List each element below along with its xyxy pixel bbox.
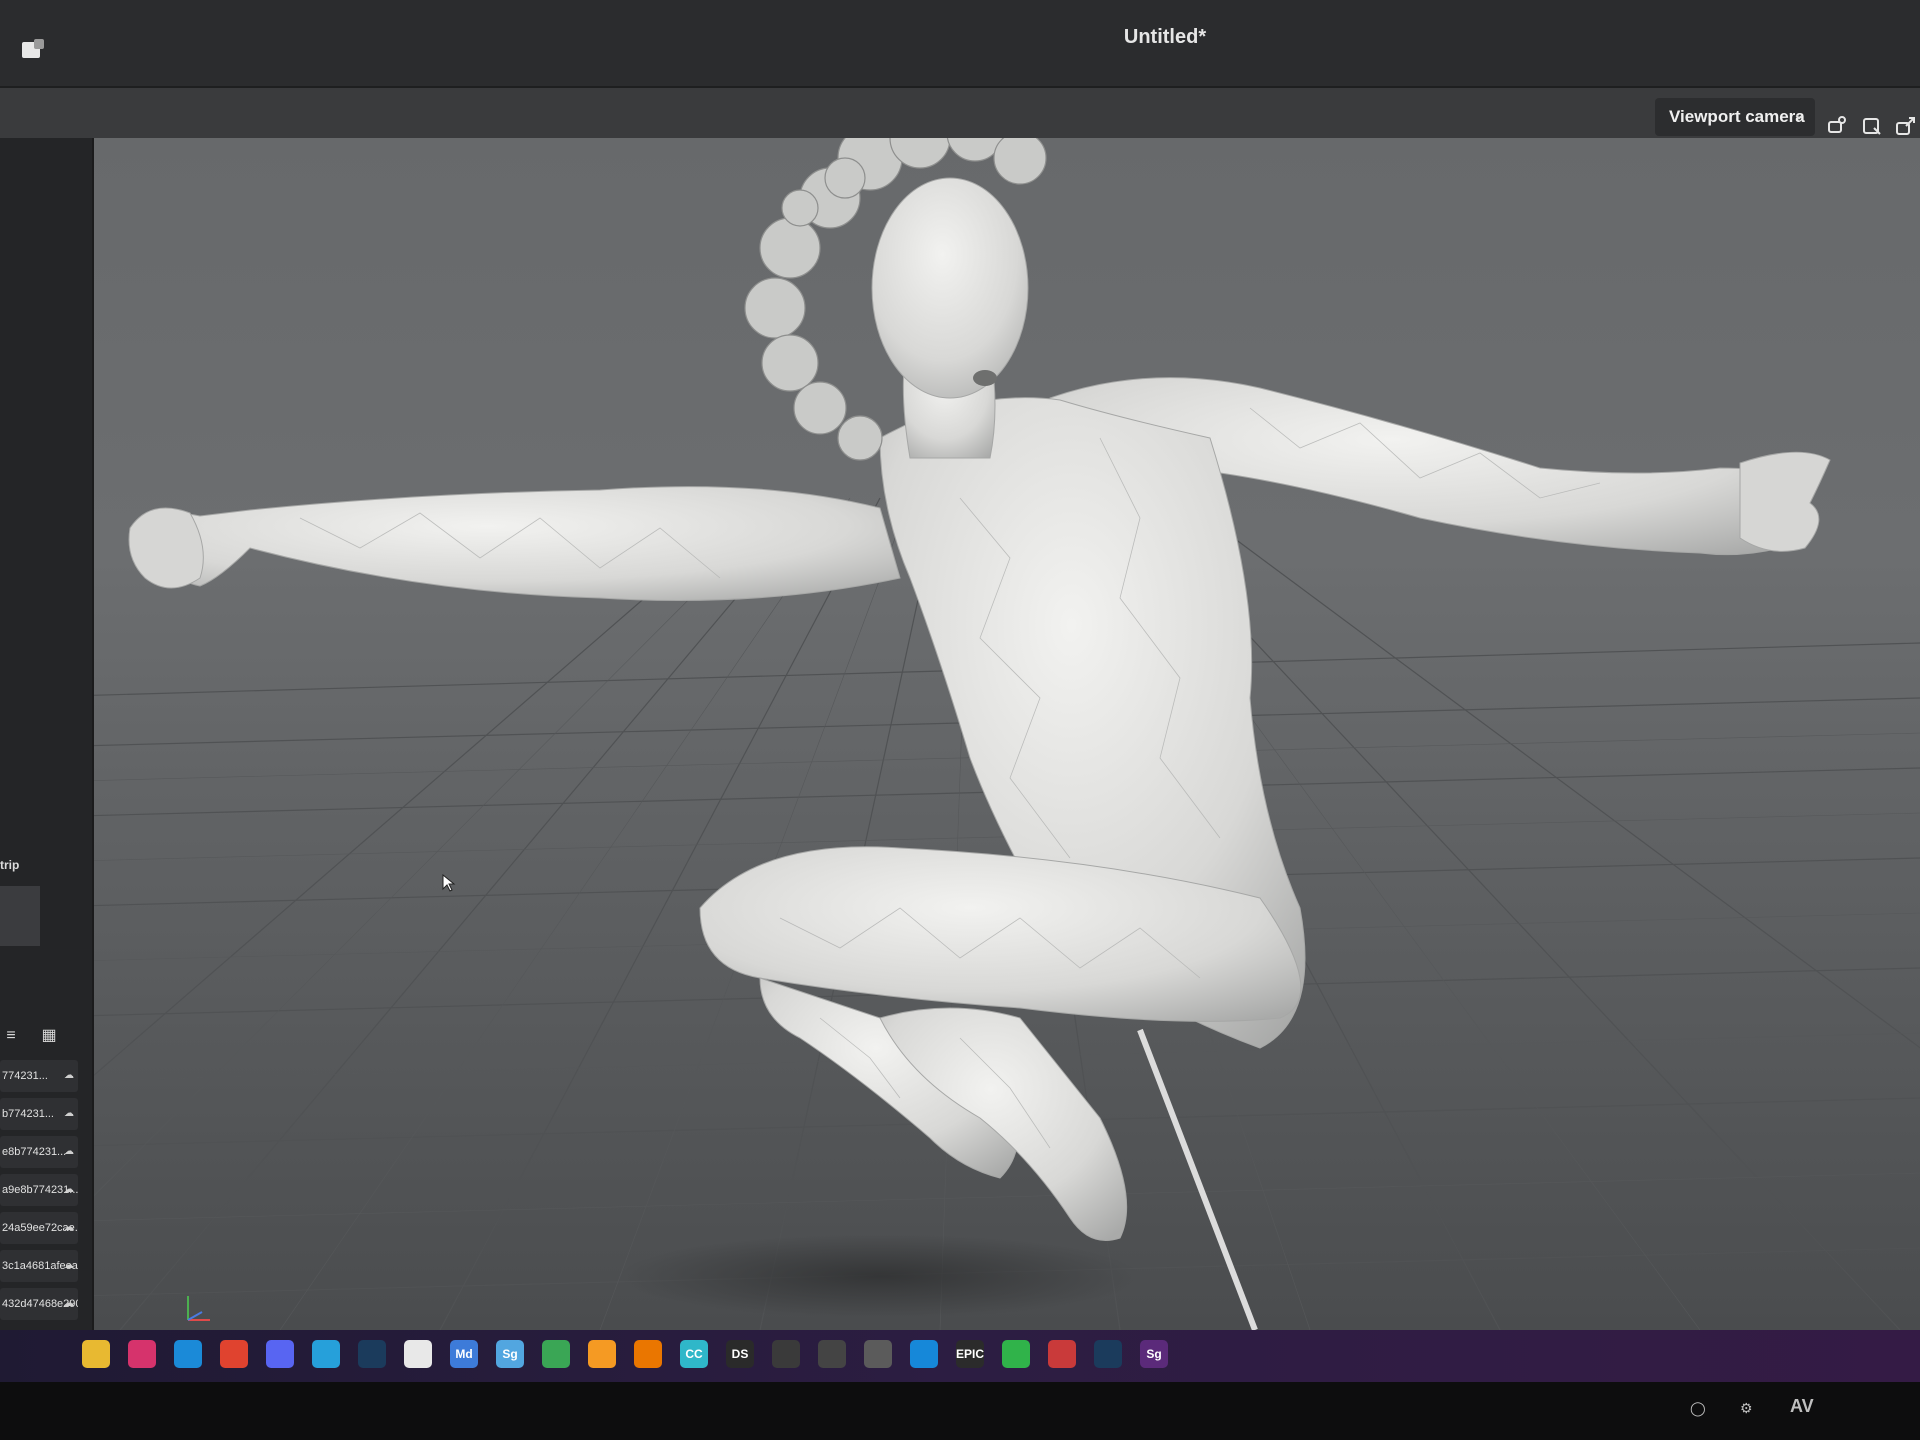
taskbar-obs-icon[interactable]	[818, 1340, 846, 1368]
taskbar-steam-icon[interactable]	[358, 1340, 386, 1368]
camera-select-value: Viewport camera	[1669, 107, 1805, 126]
taskbar-photos-icon[interactable]	[128, 1340, 156, 1368]
system-tray-text[interactable]: AV	[1790, 1396, 1814, 1417]
mouse-cursor-icon	[442, 874, 456, 892]
cloud-icon: ☁	[64, 1298, 74, 1309]
taskbar-daz-icon[interactable]	[1048, 1340, 1076, 1368]
taskbar-blender-icon[interactable]	[634, 1340, 662, 1368]
cloud-icon: ☁	[64, 1146, 74, 1157]
taskbar-sg-icon[interactable]: Sg	[496, 1340, 524, 1368]
taskbar-blizzard-icon[interactable]	[588, 1340, 616, 1368]
steam-tray-icon[interactable]: ⚙	[1740, 1400, 1753, 1417]
left-panel: trip ≡ ▦ 774231... ☁ b774231... ☁ e8b77423…	[0, 138, 99, 1378]
cloud-icon: ☁	[64, 1260, 74, 1271]
list-item[interactable]: 774231... ☁	[0, 1060, 78, 1092]
chevron-down-icon: ⌄	[1793, 106, 1805, 122]
list-item[interactable]: a9e8b774231... ☁	[0, 1174, 78, 1206]
monitor-bezel	[0, 1382, 1920, 1440]
grid-view-icon[interactable]: ▦	[38, 1026, 60, 1046]
camera-select[interactable]: Viewport camera ⌄	[1655, 98, 1815, 136]
taskbar-unity-icon[interactable]	[772, 1340, 800, 1368]
list-item-label: e8b774231...	[2, 1146, 67, 1158]
taskbar-app-blue-icon[interactable]	[910, 1340, 938, 1368]
list-item[interactable]: b774231... ☁	[0, 1098, 78, 1130]
export-icon[interactable]	[1894, 114, 1918, 138]
strip-label: trip	[0, 858, 20, 872]
taskbar-palette-icon[interactable]	[542, 1340, 570, 1368]
taskbar-chrome-icon[interactable]	[220, 1340, 248, 1368]
viewport-toolbar	[0, 88, 1920, 138]
list-item-label: b774231...	[2, 1108, 54, 1120]
taskbar-oculus-icon[interactable]	[404, 1340, 432, 1368]
taskbar-cc-icon[interactable]: CC	[680, 1340, 708, 1368]
frame-icon[interactable]	[1860, 114, 1884, 138]
taskbar-steam2-icon[interactable]	[1094, 1340, 1122, 1368]
list-item[interactable]: 24a59ee72cae... ☁	[0, 1212, 78, 1244]
list-item[interactable]: 3c1a4681afeeaf9c...☁	[0, 1250, 78, 1282]
list-item[interactable]: 432d47468e290e2...☁	[0, 1288, 78, 1320]
list-item-label: 774231...	[2, 1070, 48, 1082]
title-bar	[0, 0, 1920, 88]
cloud-icon: ☁	[64, 1184, 74, 1195]
axis-gizmo-icon	[187, 1296, 210, 1321]
3d-viewport[interactable]	[0, 138, 1920, 1330]
cloud-icon: ☁	[64, 1222, 74, 1233]
taskbar-edge-icon[interactable]	[174, 1340, 202, 1368]
list-item[interactable]: e8b774231... ☁	[0, 1136, 78, 1168]
camera-icon[interactable]	[1826, 114, 1850, 138]
taskbar-discord-icon[interactable]	[266, 1340, 294, 1368]
taskbar-ds-icon[interactable]: DS	[726, 1340, 754, 1368]
network-icon[interactable]: ◯	[1690, 1400, 1706, 1417]
app-logo-icon[interactable]	[20, 38, 46, 62]
cloud-icon: ☁	[64, 1070, 74, 1081]
taskbar-play-icon[interactable]	[1002, 1340, 1030, 1368]
viewport-scene	[0, 138, 1920, 1330]
taskbar-vmware-icon[interactable]	[864, 1340, 892, 1368]
taskbar-sg2-icon[interactable]: Sg	[1140, 1340, 1168, 1368]
strip-thumbnail[interactable]	[0, 886, 40, 946]
window-title: Untitled*	[1123, 26, 1207, 48]
taskbar-file-explorer-icon[interactable]	[82, 1340, 110, 1368]
taskbar-vr-icon[interactable]	[312, 1340, 340, 1368]
sort-icon[interactable]: ≡	[0, 1026, 22, 1046]
cloud-icon: ☁	[64, 1108, 74, 1119]
taskbar-md-icon[interactable]: Md	[450, 1340, 478, 1368]
screen: Untitled* Viewport camera ⌄ trip ≡ ▦ 774…	[0, 0, 1920, 1380]
taskbar-epic-icon[interactable]: EPIC	[956, 1340, 984, 1368]
